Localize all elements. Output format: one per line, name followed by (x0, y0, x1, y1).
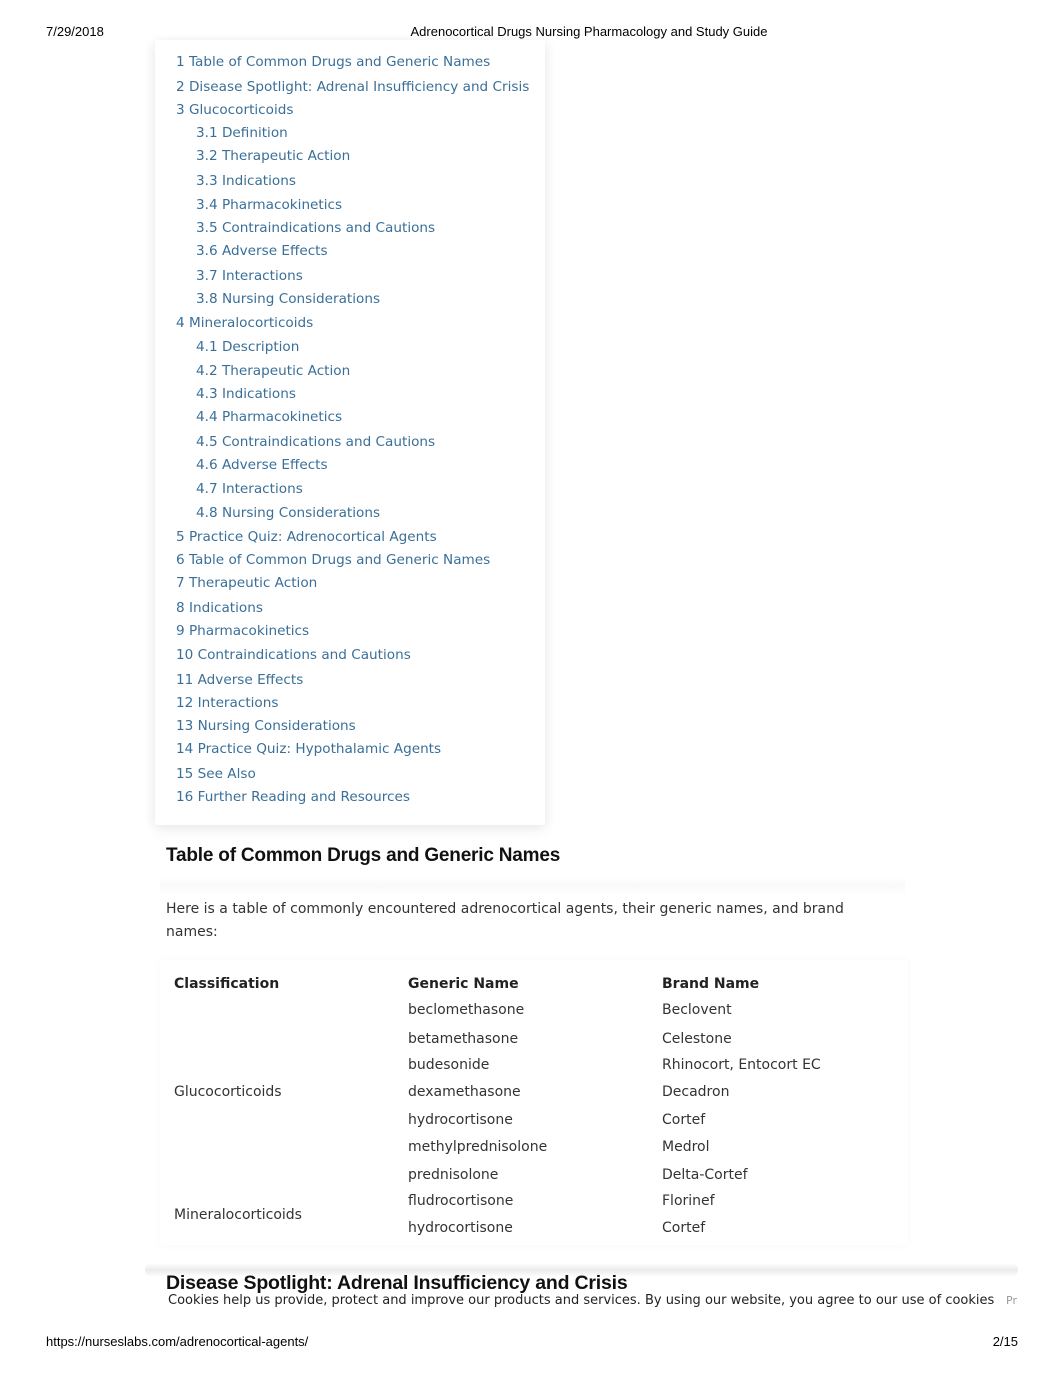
cookie-banner: Cookies help us provide, protect and imp… (168, 1293, 1028, 1311)
toc-link[interactable]: 4.3 Indications (196, 385, 296, 403)
toc-link[interactable]: 2 Disease Spotlight: Adrenal Insufficien… (176, 78, 529, 96)
toc-link[interactable]: 4.1 Description (196, 338, 299, 356)
brand-name-cell: Delta-Cortef (662, 1167, 748, 1183)
generic-name-cell: fludrocortisone (408, 1193, 514, 1209)
toc-link[interactable]: 1 Table of Common Drugs and Generic Name… (176, 53, 490, 71)
toc-link[interactable]: 14 Practice Quiz: Hypothalamic Agents (176, 740, 441, 758)
toc-link[interactable]: 4.6 Adverse Effects (196, 456, 328, 474)
toc-link[interactable]: 4.2 Therapeutic Action (196, 362, 350, 380)
toc-link[interactable]: 3.2 Therapeutic Action (196, 147, 350, 165)
toc-link[interactable]: 6 Table of Common Drugs and Generic Name… (176, 551, 490, 569)
table-of-contents: 1 Table of Common Drugs and Generic Name… (155, 40, 545, 825)
toc-link[interactable]: 3.6 Adverse Effects (196, 242, 328, 260)
toc-link[interactable]: 13 Nursing Considerations (176, 717, 356, 735)
section-heading-drugs-table: Table of Common Drugs and Generic Names (166, 845, 561, 866)
toc-link[interactable]: 12 Interactions (176, 694, 278, 712)
toc-link[interactable]: 16 Further Reading and Resources (176, 788, 410, 806)
toc-link[interactable]: 4.5 Contraindications and Cautions (196, 433, 435, 451)
brand-name-cell: Rhinocort, Entocort EC (662, 1057, 821, 1073)
generic-name-cell: hydrocortisone (408, 1220, 513, 1236)
toc-link[interactable]: 15 See Also (176, 765, 256, 783)
section-heading-disease-spotlight: Disease Spotlight: Adrenal Insufficiency… (166, 1272, 628, 1294)
classification-cell: Mineralocorticoids (174, 1207, 302, 1223)
table-header-classification: Classification (174, 976, 280, 992)
toc-link[interactable]: 11 Adverse Effects (176, 671, 303, 689)
page-number: 2/15 (992, 1334, 1018, 1349)
brand-name-cell: Decadron (662, 1084, 730, 1100)
toc-link[interactable]: 3.1 Definition (196, 124, 288, 142)
table-header-generic: Generic Name (408, 976, 519, 992)
print-footer: https://nurseslabs.com/adrenocortical-ag… (0, 1334, 1062, 1352)
heading-divider (160, 876, 905, 896)
toc-link[interactable]: 4 Mineralocorticoids (176, 314, 313, 332)
generic-name-cell: betamethasone (408, 1031, 519, 1047)
generic-name-cell: beclomethasone (408, 1002, 525, 1018)
drug-table: Classification Generic Name Brand Name G… (160, 960, 908, 1245)
generic-name-cell: dexamethasone (408, 1084, 521, 1100)
toc-link[interactable]: 3.3 Indications (196, 172, 296, 190)
print-url: https://nurseslabs.com/adrenocortical-ag… (46, 1334, 309, 1349)
generic-name-cell: hydrocortisone (408, 1112, 513, 1128)
toc-link[interactable]: 7 Therapeutic Action (176, 574, 317, 592)
print-title: Adrenocortical Drugs Nursing Pharmacolog… (410, 24, 768, 39)
toc-link[interactable]: 3.4 Pharmacokinetics (196, 196, 342, 214)
brand-name-cell: Cortef (662, 1220, 706, 1236)
section-intro: Here is a table of commonly encountered … (166, 901, 844, 940)
toc-link[interactable]: 4.8 Nursing Considerations (196, 504, 380, 522)
toc-link[interactable]: 10 Contraindications and Cautions (176, 646, 411, 664)
classification-cell: Glucocorticoids (174, 1084, 282, 1100)
brand-name-cell: Celestone (662, 1031, 732, 1047)
brand-name-cell: Beclovent (662, 1002, 732, 1018)
generic-name-cell: budesonide (408, 1057, 490, 1073)
table-header-brand: Brand Name (662, 976, 760, 992)
cookie-banner-text: Cookies help us provide, protect and imp… (168, 1293, 995, 1308)
toc-link[interactable]: 5 Practice Quiz: Adrenocortical Agents (176, 528, 437, 546)
toc-link[interactable]: 8 Indications (176, 599, 263, 617)
toc-link[interactable]: 9 Pharmacokinetics (176, 622, 309, 640)
cookie-banner-more-link[interactable]: Pr (1006, 1294, 1017, 1307)
toc-link[interactable]: 3.5 Contraindications and Cautions (196, 219, 435, 237)
toc-link[interactable]: 3.7 Interactions (196, 267, 303, 285)
brand-name-cell: Medrol (662, 1139, 710, 1155)
toc-link[interactable]: 3.8 Nursing Considerations (196, 290, 380, 308)
brand-name-cell: Cortef (662, 1112, 706, 1128)
toc-link[interactable]: 4.4 Pharmacokinetics (196, 408, 342, 426)
toc-link[interactable]: 3 Glucocorticoids (176, 101, 293, 119)
toc-link[interactable]: 4.7 Interactions (196, 480, 303, 498)
generic-name-cell: methylprednisolone (408, 1139, 548, 1155)
generic-name-cell: prednisolone (408, 1167, 499, 1183)
brand-name-cell: Florinef (662, 1193, 715, 1209)
